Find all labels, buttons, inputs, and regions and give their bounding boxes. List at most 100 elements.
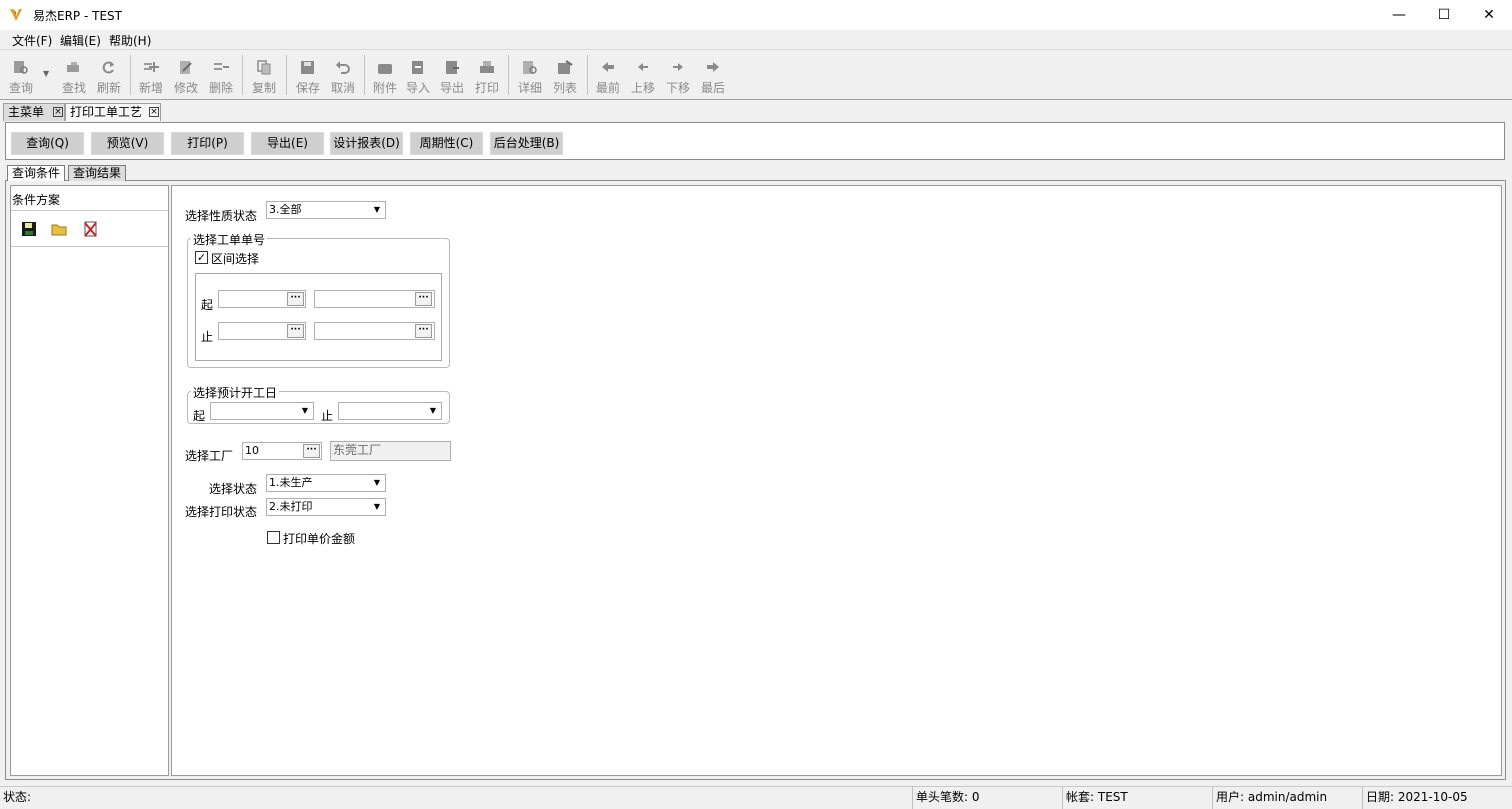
print-price-checkbox[interactable] <box>267 531 280 544</box>
wo-to-lookup-2-button[interactable]: ··· <box>415 324 432 338</box>
export-command-button[interactable]: 导出(E) <box>251 132 324 155</box>
print-status-select[interactable]: 2.未打印 ▼ <box>266 498 386 516</box>
divider <box>11 210 168 211</box>
date-from-select[interactable]: ▼ <box>210 402 314 420</box>
close-tab-icon[interactable]: × <box>53 107 63 117</box>
condition-scheme-panel: 条件方案 <box>10 185 169 776</box>
import-button[interactable]: 导入 <box>401 51 435 99</box>
toolbar-separator <box>364 55 365 95</box>
menu-help[interactable]: 帮助(H) <box>109 32 151 49</box>
close-button[interactable]: ✕ <box>1466 0 1512 30</box>
date-from-label: 起 <box>193 409 206 423</box>
print-status-label: 选择打印状态 <box>185 505 258 519</box>
arrow-left-icon <box>638 63 648 71</box>
preview-button[interactable]: 预览(V) <box>91 132 164 155</box>
wo-from-lookup-1-button[interactable]: ··· <box>287 292 304 306</box>
detail-icon <box>523 61 537 74</box>
print-command-button[interactable]: 打印(P) <box>171 132 244 155</box>
app-logo-icon <box>10 9 22 21</box>
tab-query-conditions[interactable]: 查询条件 <box>7 165 66 181</box>
toolbar-separator <box>242 55 243 95</box>
factory-name-field: 东莞工厂 <box>330 441 451 461</box>
export-button[interactable]: 导出 <box>435 51 469 99</box>
first-icon <box>602 62 614 72</box>
toolbar-separator <box>286 55 287 95</box>
menu-bar: 文件(F) 编辑(E) 帮助(H) <box>0 30 1512 50</box>
command-panel: 查询(Q) 预览(V) 打印(P) 导出(E) 设计报表(D) 周期性(C) 后… <box>5 122 1505 160</box>
range-select-label: 区间选择 <box>211 252 260 266</box>
save-scheme-icon[interactable] <box>21 221 37 237</box>
range-select-checkbox[interactable]: ✓ <box>195 251 208 264</box>
delete-icon <box>214 63 229 70</box>
export-icon <box>446 61 459 74</box>
tab-main-menu[interactable]: 主菜单 × <box>3 103 65 121</box>
status-select[interactable]: 1.未生产 ▼ <box>266 474 386 492</box>
delete-scheme-icon[interactable] <box>82 220 99 238</box>
wo-to-lookup-1-button[interactable]: ··· <box>287 324 304 338</box>
delete-button[interactable]: 删除 <box>204 51 238 99</box>
nature-status-select[interactable]: 3.全部 ▼ <box>266 201 386 219</box>
next-button[interactable]: 下移 <box>661 51 695 99</box>
add-icon <box>144 62 159 72</box>
background-process-button[interactable]: 后台处理(B) <box>490 132 563 155</box>
periodic-button[interactable]: 周期性(C) <box>410 132 483 155</box>
chevron-down-icon: ▼ <box>429 406 437 415</box>
wo-from-label: 起 <box>201 298 214 312</box>
detail-button[interactable]: 详细 <box>513 51 547 99</box>
chevron-down-icon: ▼ <box>373 478 381 487</box>
list-icon <box>558 60 573 74</box>
factory-label: 选择工厂 <box>185 449 234 463</box>
date-to-select[interactable]: ▼ <box>338 402 442 420</box>
last-icon <box>707 62 719 72</box>
work-order-group-title: 选择工单单号 <box>191 231 268 248</box>
copy-icon <box>257 60 271 75</box>
list-button[interactable]: 列表 <box>548 51 582 99</box>
cancel-button[interactable]: 取消 <box>326 51 360 99</box>
close-tab-icon[interactable]: × <box>149 107 159 117</box>
copy-button[interactable]: 复制 <box>247 51 281 99</box>
query-dropdown-icon[interactable]: ▼ <box>43 69 49 78</box>
import-icon <box>412 61 423 74</box>
query-command-button[interactable]: 查询(Q) <box>11 132 84 155</box>
refresh-button[interactable]: 刷新 <box>92 51 126 99</box>
toolbar-separator <box>508 55 509 95</box>
status-label: 选择状态 <box>209 482 258 496</box>
last-button[interactable]: 最后 <box>696 51 730 99</box>
maximize-button[interactable]: ☐ <box>1421 0 1467 30</box>
refresh-icon <box>102 61 114 74</box>
arrow-right-icon <box>673 63 683 71</box>
wo-to-label: 止 <box>201 330 214 344</box>
header-count: 单头笔数: 0 <box>912 787 1062 809</box>
print-button[interactable]: 打印 <box>470 51 504 99</box>
minimize-button[interactable]: — <box>1376 0 1422 30</box>
save-button[interactable]: 保存 <box>291 51 325 99</box>
query-button[interactable]: 查询 <box>4 51 38 99</box>
tab-query-results[interactable]: 查询结果 <box>68 165 127 181</box>
chevron-down-icon: ▼ <box>373 502 381 511</box>
window-title: 易杰ERP - TEST <box>33 9 122 23</box>
condition-scheme-title: 条件方案 <box>12 193 61 207</box>
divider <box>11 246 168 247</box>
query-icon <box>14 61 28 74</box>
document-tabs: 主菜单 × 打印工单工艺 × <box>0 101 1512 121</box>
add-button[interactable]: 新增 <box>134 51 168 99</box>
attach-button[interactable]: 附件 <box>368 51 402 99</box>
edit-button[interactable]: 修改 <box>169 51 203 99</box>
tab-print-work-order[interactable]: 打印工单工艺 × <box>65 103 161 121</box>
factory-lookup-button[interactable]: ··· <box>303 444 320 458</box>
start-date-group-title: 选择预计开工日 <box>191 384 280 401</box>
status-bar: 状态: 单头笔数: 0 帐套: TEST 用户: admin/admin 日期:… <box>0 786 1512 809</box>
find-icon <box>67 62 79 72</box>
prev-button[interactable]: 上移 <box>626 51 660 99</box>
menu-file[interactable]: 文件(F) <box>12 32 52 49</box>
design-report-button[interactable]: 设计报表(D) <box>330 132 403 155</box>
account-set: 帐套: TEST <box>1062 787 1212 809</box>
wo-from-lookup-2-button[interactable]: ··· <box>415 292 432 306</box>
find-button[interactable]: 查找 <box>57 51 91 99</box>
menu-edit[interactable]: 编辑(E) <box>60 32 101 49</box>
chevron-down-icon: ▼ <box>373 205 381 214</box>
edit-icon <box>180 61 192 74</box>
open-folder-icon[interactable] <box>51 222 68 237</box>
first-button[interactable]: 最前 <box>591 51 625 99</box>
toolbar-separator <box>587 55 588 95</box>
